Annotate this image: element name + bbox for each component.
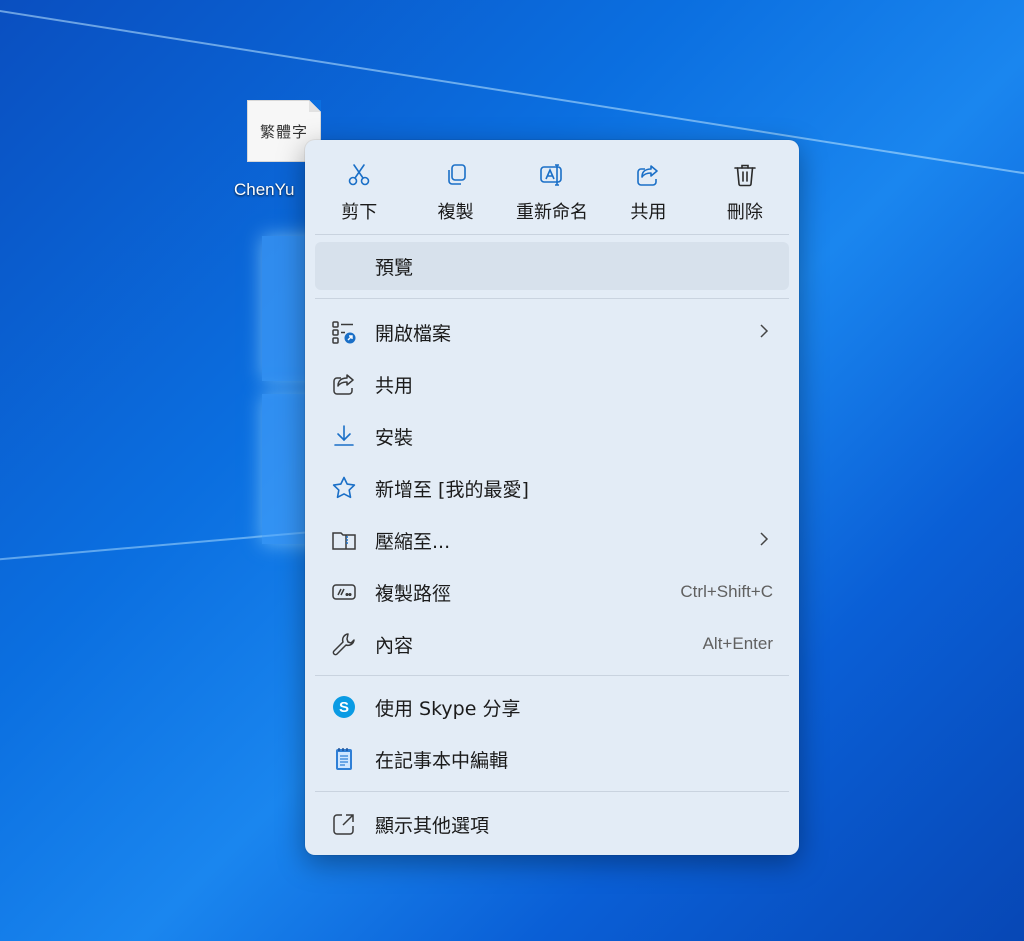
menu-divider bbox=[315, 675, 789, 676]
skype-icon: S bbox=[331, 694, 357, 720]
menu-item-open-with[interactable]: 開啟檔案 bbox=[315, 308, 789, 356]
notepad-icon bbox=[331, 746, 357, 772]
trash-icon bbox=[732, 162, 758, 188]
menu-item-label: 共用 bbox=[375, 375, 414, 397]
menu-divider bbox=[315, 234, 789, 235]
menu-item-label: 開啟檔案 bbox=[375, 323, 452, 345]
svg-text:S: S bbox=[339, 699, 349, 716]
quick-action-bar: 剪下 複製 重新命名 共用 刪除 bbox=[311, 148, 793, 234]
context-menu: 剪下 複製 重新命名 共用 刪除 預覽 開啟檔案 共用 安裝 新增至 [我的最愛… bbox=[305, 140, 799, 855]
menu-item-label: 在記事本中編輯 bbox=[375, 750, 509, 772]
cut-label: 剪下 bbox=[341, 202, 378, 223]
menu-item-copy-path[interactable]: 複製路徑 Ctrl+Shift+C bbox=[315, 568, 789, 616]
zip-folder-icon bbox=[331, 527, 357, 553]
share-label: 共用 bbox=[630, 202, 667, 223]
copy-path-icon bbox=[331, 579, 357, 605]
file-name-label: ChenYu bbox=[234, 180, 295, 199]
menu-item-label: 壓縮至... bbox=[375, 531, 451, 553]
open-with-icon bbox=[331, 319, 357, 345]
share-icon bbox=[331, 371, 357, 397]
copy-button[interactable]: 複製 bbox=[407, 148, 503, 234]
menu-item-label: 顯示其他選項 bbox=[375, 815, 490, 837]
menu-divider bbox=[315, 791, 789, 792]
menu-item-preview[interactable]: 預覽 bbox=[315, 242, 789, 290]
menu-item-install[interactable]: 安裝 bbox=[315, 412, 789, 460]
menu-divider bbox=[315, 298, 789, 299]
share-button[interactable]: 共用 bbox=[600, 148, 696, 234]
show-more-options-icon bbox=[331, 811, 357, 837]
delete-button[interactable]: 刪除 bbox=[697, 148, 793, 234]
copy-label: 複製 bbox=[437, 202, 474, 223]
menu-item-edit-in-notepad[interactable]: 在記事本中編輯 bbox=[315, 735, 789, 783]
shortcut-label: Alt+Enter bbox=[702, 634, 773, 653]
menu-item-label: 預覽 bbox=[375, 257, 414, 279]
menu-item-add-to-favorites[interactable]: 新增至 [我的最愛] bbox=[315, 464, 789, 512]
menu-item-compress-to[interactable]: 壓縮至... bbox=[315, 516, 789, 564]
chevron-right-icon bbox=[757, 320, 771, 342]
chevron-right-icon bbox=[757, 528, 771, 550]
rename-label: 重新命名 bbox=[516, 202, 589, 223]
menu-item-label: 複製路徑 bbox=[375, 583, 452, 605]
menu-item-share-with-skype[interactable]: S 使用 Skype 分享 bbox=[315, 683, 789, 731]
menu-item-label: 內容 bbox=[375, 635, 414, 657]
shortcut-label: Ctrl+Shift+C bbox=[680, 582, 773, 601]
cut-button[interactable]: 剪下 bbox=[311, 148, 407, 234]
wrench-icon bbox=[331, 631, 357, 657]
star-icon bbox=[331, 475, 357, 501]
menu-item-label: 新增至 [我的最愛] bbox=[375, 479, 529, 501]
menu-item-label: 使用 Skype 分享 bbox=[375, 698, 521, 720]
menu-item-show-more-options[interactable]: 顯示其他選項 bbox=[315, 800, 789, 848]
menu-item-properties[interactable]: 內容 Alt+Enter bbox=[315, 620, 789, 668]
menu-item-label: 安裝 bbox=[375, 427, 414, 449]
download-icon bbox=[331, 423, 357, 449]
share-icon bbox=[635, 162, 661, 188]
copy-icon bbox=[443, 162, 469, 188]
delete-label: 刪除 bbox=[726, 202, 763, 223]
menu-item-share[interactable]: 共用 bbox=[315, 360, 789, 408]
scissors-icon bbox=[346, 162, 372, 188]
rename-button[interactable]: 重新命名 bbox=[504, 148, 600, 234]
rename-icon bbox=[539, 162, 565, 188]
